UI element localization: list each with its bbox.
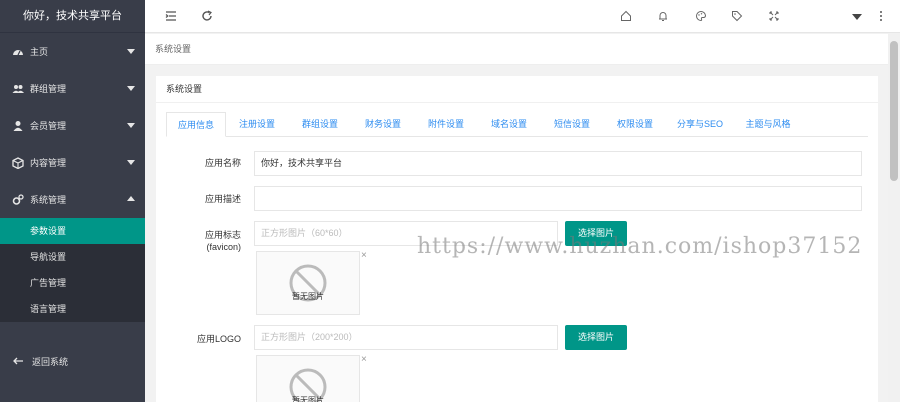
card-title: 系统设置 — [156, 76, 878, 103]
home-icon[interactable] — [620, 10, 632, 22]
arrow-left-icon — [13, 357, 23, 365]
chevron-down-icon — [127, 160, 135, 165]
tab-share-seo[interactable]: 分享与SEO — [666, 112, 734, 137]
more-vertical-icon[interactable] — [875, 10, 887, 22]
logo-select-button[interactable]: 选择图片 — [565, 325, 627, 350]
breadcrumb: 系统设置 — [145, 34, 888, 65]
sidebar-item-label: 系统管理 — [30, 195, 67, 205]
logo-input[interactable]: 正方形图片（200*200） — [254, 325, 558, 350]
sidebar-item-members[interactable]: 会员管理 — [0, 107, 145, 144]
gears-icon — [12, 193, 24, 205]
tab-attachment[interactable]: 附件设置 — [415, 112, 477, 137]
sidebar: 你好，技术共享平台 主页 群组管理 会员管理 内容管理 系统管理 参数设置 导航… — [0, 0, 145, 402]
sidebar-subitem-nav[interactable]: 导航设置 — [0, 244, 145, 270]
app-name-label: 应用名称 — [204, 158, 241, 168]
tab-permission[interactable]: 权限设置 — [604, 112, 666, 137]
sidebar-submenu: 参数设置 导航设置 广告管理 语言管理 — [0, 218, 145, 322]
sidebar-subitem-ads[interactable]: 广告管理 — [0, 270, 145, 296]
scrollbar-thumb[interactable] — [890, 41, 898, 181]
back-label: 返回系统 — [32, 356, 69, 367]
tab-theme[interactable]: 主题与风格 — [734, 112, 802, 137]
no-image-text: 暂无图片 — [292, 396, 324, 402]
no-image-text: 暂无图片 — [292, 292, 324, 301]
sidebar-subitem-params[interactable]: 参数设置 — [0, 218, 145, 244]
brand-title: 你好，技术共享平台 — [0, 0, 145, 33]
user-icon — [13, 120, 23, 131]
chevron-up-icon — [127, 196, 135, 201]
tab-app-info[interactable]: 应用信息 — [166, 112, 226, 137]
tab-groups[interactable]: 群组设置 — [289, 112, 351, 137]
sidebar-item-groups[interactable]: 群组管理 — [0, 70, 145, 107]
palette-icon[interactable] — [695, 10, 707, 22]
sidebar-item-label: 会员管理 — [30, 121, 67, 131]
caret-down-icon[interactable] — [851, 12, 863, 24]
favicon-label: 应用标志 — [204, 230, 241, 240]
favicon-remove-icon[interactable]: × — [361, 250, 367, 261]
tab-finance[interactable]: 财务设置 — [352, 112, 414, 137]
sidebar-item-home[interactable]: 主页 — [0, 33, 145, 70]
tab-register[interactable]: 注册设置 — [226, 112, 288, 137]
chevron-down-icon — [127, 123, 135, 128]
cube-icon — [12, 156, 24, 169]
favicon-preview: 暂无图片 — [256, 251, 360, 315]
app-desc-label: 应用描述 — [204, 194, 241, 204]
dashboard-icon — [13, 49, 23, 55]
users-icon — [12, 84, 24, 93]
fullscreen-icon[interactable] — [768, 10, 780, 22]
logo-remove-icon[interactable]: × — [361, 354, 367, 365]
refresh-icon[interactable] — [201, 10, 213, 22]
settings-tabs: 应用信息 注册设置 群组设置 财务设置 附件设置 域名设置 短信设置 权限设置 … — [166, 112, 868, 137]
watermark-text: https://www.huzhan.com/ishop37152 — [417, 234, 863, 259]
back-to-system-link[interactable]: 返回系统 — [0, 348, 145, 374]
sidebar-item-content[interactable]: 内容管理 — [0, 144, 145, 181]
tag-icon[interactable] — [731, 10, 743, 22]
chevron-down-icon — [127, 49, 135, 54]
top-header — [145, 0, 900, 33]
sidebar-item-system[interactable]: 系统管理 — [0, 181, 145, 218]
logo-label: 应用LOGO — [196, 334, 241, 344]
tab-sms[interactable]: 短信设置 — [541, 112, 603, 137]
no-image-icon: 暂无图片 — [288, 263, 328, 303]
bell-icon[interactable] — [657, 10, 669, 22]
menu-toggle-icon[interactable] — [165, 10, 177, 22]
favicon-label-sub: (favicon) — [206, 242, 241, 252]
no-image-icon: 暂无图片 — [288, 367, 328, 402]
sidebar-item-label: 群组管理 — [30, 84, 67, 94]
sidebar-item-label: 内容管理 — [30, 158, 67, 168]
app-desc-input[interactable] — [254, 186, 862, 211]
page-scrollbar[interactable] — [888, 33, 900, 402]
app-name-input[interactable]: 你好，技术共享平台 — [254, 151, 862, 176]
sidebar-item-label: 主页 — [30, 47, 49, 57]
tab-domain[interactable]: 域名设置 — [478, 112, 540, 137]
chevron-down-icon — [127, 86, 135, 91]
logo-preview: 暂无图片 — [256, 355, 360, 402]
sidebar-subitem-lang[interactable]: 语言管理 — [0, 296, 145, 322]
